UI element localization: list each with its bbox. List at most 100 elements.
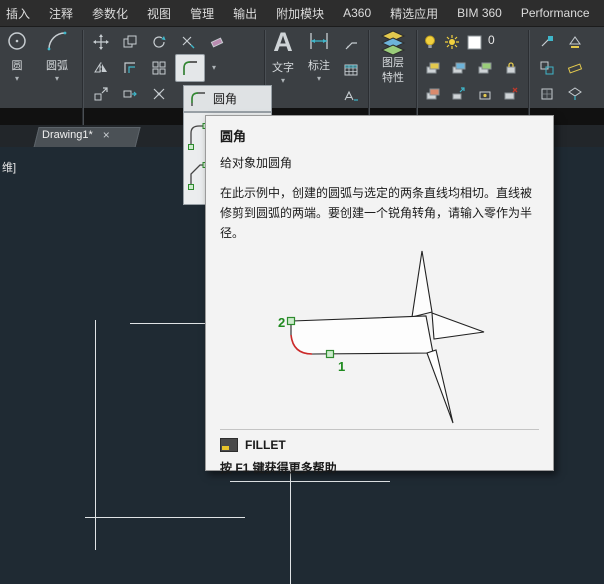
layer-tool-button[interactable] bbox=[420, 82, 446, 106]
command-icon bbox=[220, 438, 238, 452]
construction-line[interactable] bbox=[95, 320, 96, 550]
dimension-icon bbox=[307, 29, 331, 53]
move-button[interactable] bbox=[88, 30, 114, 54]
copy-button[interactable] bbox=[117, 30, 143, 54]
ribbon-tab-output[interactable]: 输出 bbox=[233, 5, 257, 22]
layer-tool-button[interactable] bbox=[446, 56, 472, 80]
ribbon-tool-button[interactable] bbox=[562, 30, 588, 54]
layer-stack-icon bbox=[425, 60, 441, 76]
match-properties-icon bbox=[539, 34, 555, 50]
layer-isolate-icon bbox=[477, 86, 493, 102]
explode-button[interactable] bbox=[146, 82, 172, 106]
dimension-tool-button[interactable]: 标注 ▾ bbox=[302, 29, 336, 105]
layer-match-icon bbox=[451, 86, 467, 102]
layer-tool-button[interactable] bbox=[498, 56, 524, 80]
fillet-button[interactable] bbox=[175, 54, 205, 82]
fillet-icon bbox=[181, 59, 199, 77]
layer-tool-button[interactable] bbox=[472, 82, 498, 106]
chevron-down-icon: ▾ bbox=[15, 75, 19, 83]
ribbon-tool-button[interactable] bbox=[562, 56, 588, 80]
sun-icon bbox=[444, 34, 460, 50]
circle-tool-label: 圆 bbox=[12, 57, 23, 73]
rotate-icon bbox=[151, 34, 167, 50]
panel-divider bbox=[368, 30, 370, 126]
flyout-item-fillet[interactable]: 圆角 bbox=[183, 85, 272, 112]
explode-icon bbox=[151, 86, 167, 102]
close-icon[interactable]: × bbox=[103, 129, 110, 141]
airplane-lower-wing bbox=[427, 350, 453, 423]
chevron-down-icon: ▾ bbox=[317, 75, 321, 83]
airplane-fuselage bbox=[291, 316, 433, 354]
bulb-icon bbox=[422, 34, 438, 50]
construction-line[interactable] bbox=[230, 481, 390, 482]
array-button[interactable] bbox=[146, 56, 172, 80]
ribbon-tab-a360[interactable]: A360 bbox=[343, 6, 371, 20]
chevron-down-icon: ▾ bbox=[212, 64, 216, 72]
ribbon-tab-featured[interactable]: 精选应用 bbox=[390, 5, 438, 22]
block-icon bbox=[539, 86, 555, 102]
erase-button[interactable] bbox=[204, 30, 230, 54]
construction-line[interactable] bbox=[85, 517, 245, 518]
layer-freeze-button[interactable] bbox=[442, 30, 462, 54]
ribbon-tool-button[interactable] bbox=[534, 82, 560, 106]
fillet-icon bbox=[189, 90, 207, 108]
trim-button[interactable] bbox=[175, 30, 201, 54]
table-button[interactable] bbox=[338, 58, 364, 82]
layer-off-icon bbox=[503, 86, 519, 102]
drawing-tab-label[interactable]: Drawing1* bbox=[42, 129, 93, 141]
rotate-button[interactable] bbox=[146, 30, 172, 54]
ribbon-tab-addins[interactable]: 附加模块 bbox=[276, 5, 324, 22]
array-dropdown-button[interactable]: ▾ bbox=[207, 56, 221, 80]
ribbon-tab-view[interactable]: 视图 bbox=[147, 5, 171, 22]
trim-icon bbox=[180, 34, 196, 50]
mirror-icon bbox=[93, 60, 109, 76]
fillet-tooltip: 圆角 给对象加圆角 在此示例中，创建的圆弧与选定的两条直线均相切。直线被修剪到圆… bbox=[205, 115, 554, 471]
layer-tool-button[interactable] bbox=[420, 56, 446, 80]
annotation-style-icon bbox=[343, 88, 359, 104]
arc-tool-button[interactable]: 圆弧 ▾ bbox=[38, 29, 76, 105]
ribbon-tab-annotate[interactable]: 注释 bbox=[49, 5, 73, 22]
layer-color-swatch[interactable] bbox=[464, 30, 484, 54]
layer-tool-button[interactable] bbox=[446, 82, 472, 106]
array-icon bbox=[151, 60, 167, 76]
layer-lock-icon bbox=[503, 60, 519, 76]
mirror-button[interactable] bbox=[88, 56, 114, 80]
viewport-controls-label[interactable]: 维] bbox=[2, 159, 16, 175]
ribbon-tab-bar: 插入 注释 参数化 视图 管理 输出 附加模块 A360 精选应用 BIM 36… bbox=[0, 0, 604, 27]
ribbon-tab-insert[interactable]: 插入 bbox=[6, 5, 30, 22]
ribbon-tab-bim360[interactable]: BIM 360 bbox=[457, 6, 502, 20]
scale-button[interactable] bbox=[88, 82, 114, 106]
layer-on-off-button[interactable] bbox=[420, 30, 440, 54]
layer-stack-icon bbox=[451, 60, 467, 76]
annotation-extra-button[interactable] bbox=[338, 84, 364, 108]
ribbon-tool-button[interactable] bbox=[562, 82, 588, 106]
ribbon-tool-button[interactable] bbox=[534, 56, 560, 80]
copy-icon bbox=[122, 34, 138, 50]
circle-tool-button[interactable]: 圆 ▾ bbox=[0, 29, 36, 105]
ribbon-tab-manage[interactable]: 管理 bbox=[190, 5, 214, 22]
current-layer-value[interactable]: 0 bbox=[488, 33, 495, 47]
stretch-button[interactable] bbox=[117, 82, 143, 106]
table-icon bbox=[343, 62, 359, 78]
layer-properties-label-line1: 图层 bbox=[382, 57, 404, 70]
marker-label-1: 1 bbox=[338, 359, 345, 374]
grip-marker-2 bbox=[288, 318, 295, 325]
arc-icon bbox=[45, 29, 69, 53]
marker-label-2: 2 bbox=[278, 315, 285, 330]
layer-tool-button[interactable] bbox=[472, 56, 498, 80]
ribbon: 圆 ▾ 圆弧 ▾ bbox=[0, 27, 604, 108]
tooltip-help-hint: 按 F1 键获得更多帮助 bbox=[220, 459, 539, 476]
tooltip-subtitle: 给对象加圆角 bbox=[220, 154, 539, 171]
leader-button[interactable] bbox=[338, 32, 364, 56]
layer-tool-button[interactable] bbox=[498, 82, 524, 106]
airplane-fin bbox=[412, 251, 432, 317]
tooltip-divider bbox=[220, 429, 539, 430]
airplane-upper-wing bbox=[432, 313, 484, 339]
text-icon: A bbox=[273, 29, 293, 55]
ribbon-tab-parametric[interactable]: 参数化 bbox=[92, 5, 128, 22]
ribbon-tool-button[interactable] bbox=[534, 30, 560, 54]
layer-properties-button[interactable]: 图层 特性 bbox=[372, 29, 414, 105]
offset-button[interactable] bbox=[117, 56, 143, 80]
construction-line[interactable] bbox=[130, 323, 215, 324]
ribbon-tab-performance[interactable]: Performance bbox=[521, 6, 590, 20]
